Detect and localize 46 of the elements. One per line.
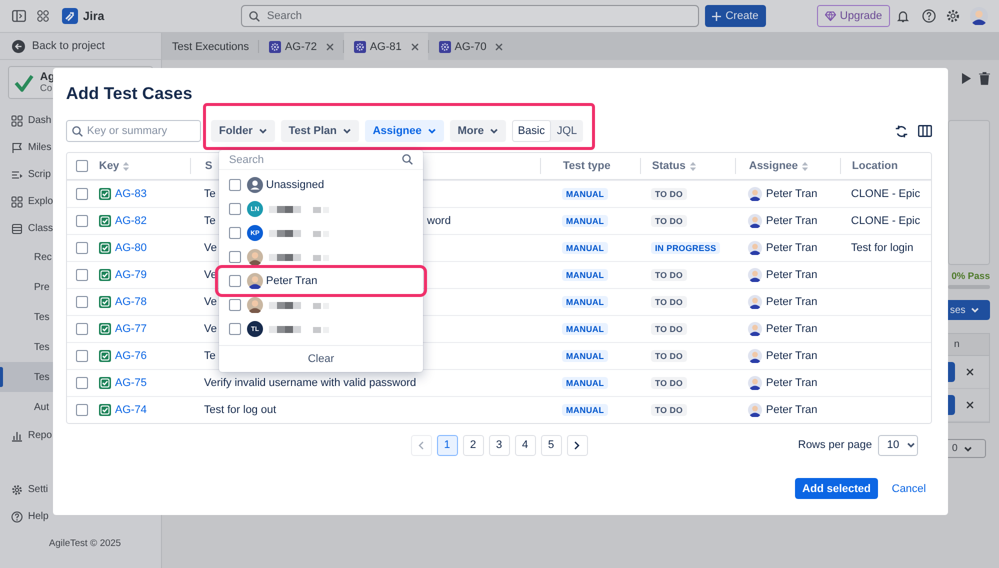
summary-text: Test for log out [204,404,276,416]
project-subtitle: Co [40,83,54,94]
summary-text: Te [204,188,216,200]
test-type-badge: MANUAL [562,242,608,254]
pass-rate: 0% Pass [950,271,990,283]
assignee-name: Peter Tran [766,323,818,335]
assignee-name: Peter Tran [766,188,818,200]
status-badge: TO DO [651,404,687,416]
assignee-name: Peter Tran [766,215,818,227]
status-badge: TO DO [651,323,687,335]
status-badge: TO DO [651,377,687,389]
status-badge: TO DO [651,296,687,308]
column-header: n [954,339,960,350]
assignee-name: Peter Tran [766,377,818,389]
status-badge: TO DO [651,215,687,227]
assignee-name: Peter Tran [766,350,818,362]
summary-text: Ve [204,323,217,335]
test-type-badge: MANUAL [562,323,608,335]
assignee-name: Peter Tran [766,242,818,254]
status-badge: TO DO [651,188,687,200]
summary-text: word [427,215,451,227]
summary-text: Ve [204,242,217,254]
test-type-badge: MANUAL [562,377,608,389]
status-badge: TO DO [651,269,687,281]
assignee-name: Peter Tran [766,269,818,281]
test-type-badge: MANUAL [562,188,608,200]
summary-text: Te [204,215,216,227]
rows-per-page-label: Rows per page [798,439,872,451]
test-type-badge: MANUAL [562,215,608,227]
location-text: CLONE - Epic [851,215,920,227]
product-name: Jira [83,9,104,23]
summary-text: Te [204,350,216,362]
test-type-badge: MANUAL [562,350,608,362]
status-badge: TO DO [651,350,687,362]
status-badge: IN PROGRESS [651,242,720,254]
copyright-text: AgileTest © 2025 [48,536,122,550]
test-type-badge: MANUAL [562,404,608,416]
summary-text: Ve [204,296,217,308]
location-text: CLONE - Epic [851,188,920,200]
assignee-name: Peter Tran [766,404,818,416]
summary-text: Verify invalid username with valid password [204,377,416,389]
location-text: Test for login [851,242,914,254]
test-type-badge: MANUAL [562,269,608,281]
dialog-title: Add Test Cases [66,83,194,105]
test-type-badge: MANUAL [562,296,608,308]
assignee-name: Peter Tran [766,296,818,308]
